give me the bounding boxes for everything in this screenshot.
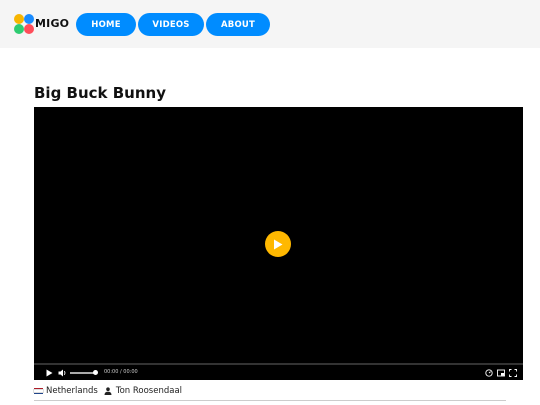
- nav-videos-button[interactable]: VIDEOS: [138, 13, 204, 36]
- big-play-button[interactable]: [265, 231, 291, 257]
- site-header: MIGO HOME VIDEOS ABOUT: [0, 0, 540, 48]
- logo-dot: [24, 14, 34, 24]
- fullscreen-icon: [509, 368, 517, 377]
- logo-text: MIGO: [35, 17, 70, 30]
- site-logo[interactable]: MIGO: [13, 13, 70, 35]
- speed-icon: [485, 368, 493, 377]
- picture-in-picture-button[interactable]: [497, 368, 506, 377]
- video-author[interactable]: Ton Roosendaal: [116, 386, 182, 396]
- logo-dot: [24, 24, 34, 34]
- volume-slider[interactable]: [70, 370, 98, 375]
- play-icon: [46, 369, 53, 376]
- picture-in-picture-icon: [497, 369, 505, 376]
- nav-home-button[interactable]: HOME: [76, 13, 136, 36]
- logo-dot: [14, 14, 24, 24]
- playback-speed-button[interactable]: [485, 368, 494, 377]
- video-player[interactable]: 00:00 / 00:00: [34, 107, 523, 380]
- play-icon: [274, 239, 283, 249]
- volume-slider-handle[interactable]: [93, 370, 98, 375]
- person-icon: [104, 387, 112, 395]
- progress-bar[interactable]: [34, 363, 523, 365]
- fullscreen-button[interactable]: [509, 368, 518, 377]
- video-title: Big Buck Bunny: [34, 84, 166, 102]
- video-meta: Netherlands Ton Roosendaal: [33, 385, 182, 397]
- nav-about-button[interactable]: ABOUT: [206, 13, 270, 36]
- volume-icon: [58, 369, 66, 376]
- play-button[interactable]: [46, 368, 54, 377]
- mute-button[interactable]: [58, 368, 68, 377]
- time-display: 00:00 / 00:00: [104, 369, 138, 375]
- divider: [34, 400, 506, 401]
- logo-dot: [14, 24, 24, 34]
- video-country: Netherlands: [46, 386, 98, 396]
- netherlands-flag-icon: [33, 387, 44, 395]
- player-controls: 00:00 / 00:00: [34, 363, 523, 380]
- logo-icon: [13, 13, 35, 35]
